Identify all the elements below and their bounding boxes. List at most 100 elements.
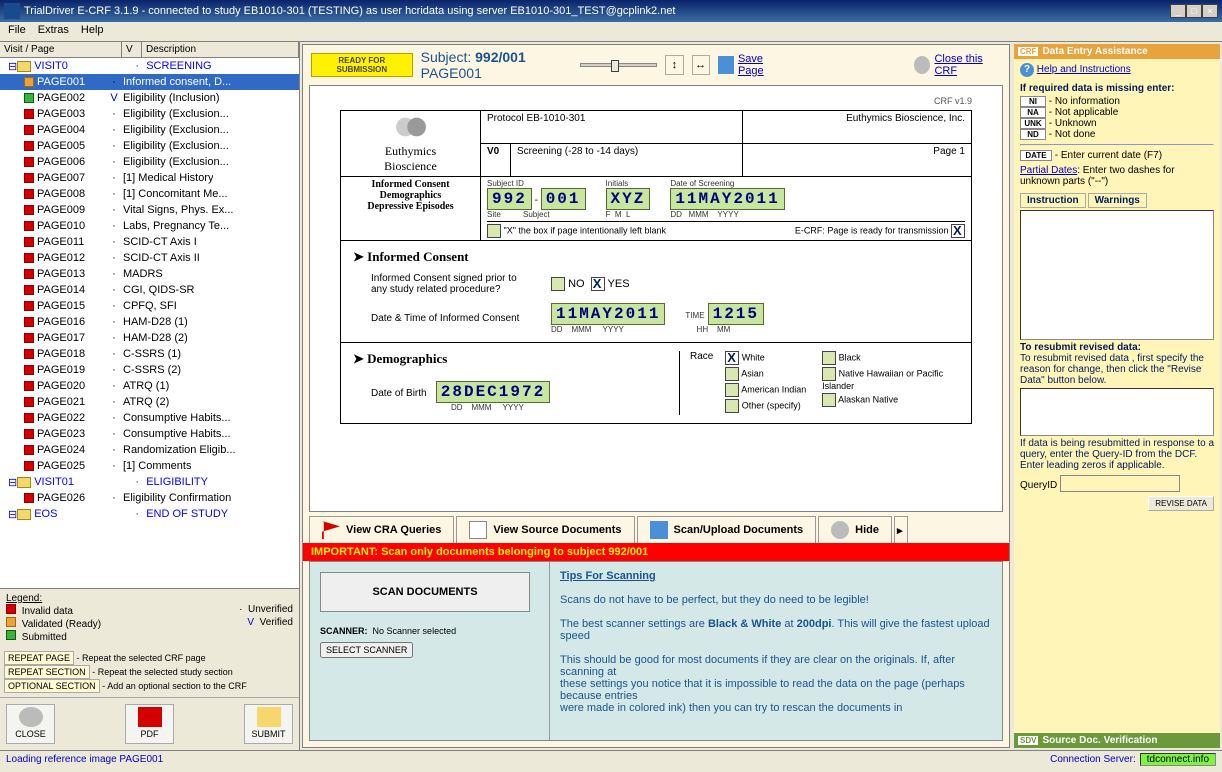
race-checkbox[interactable]: [725, 383, 739, 397]
help-link[interactable]: Help and Instructions: [1037, 64, 1131, 75]
consent-yes-checkbox[interactable]: [591, 277, 605, 291]
dob-field[interactable]: 28DEC1972: [436, 381, 550, 403]
race-checkbox[interactable]: [822, 393, 836, 407]
tree-row[interactable]: PAGE015·CPFQ, SFI: [0, 298, 299, 314]
col-visit-page[interactable]: Visit / Page: [0, 42, 122, 57]
tree-row[interactable]: PAGE020·ATRQ (1): [0, 378, 299, 394]
maximize-button[interactable]: □: [1186, 4, 1202, 18]
close-window-button[interactable]: ×: [1202, 4, 1218, 18]
tab-source-docs[interactable]: View Source Documents: [456, 516, 634, 543]
tab-instruction[interactable]: Instruction: [1020, 193, 1086, 208]
optional-section-button[interactable]: OPTIONAL SECTION: [4, 679, 100, 693]
menu-help[interactable]: Help: [81, 24, 104, 39]
tab-warnings[interactable]: Warnings: [1088, 193, 1147, 208]
close-button[interactable]: CLOSE: [6, 704, 55, 744]
screening-date-field[interactable]: 11MAY2011: [670, 188, 784, 210]
ready-checkbox[interactable]: [951, 224, 965, 238]
initials-field[interactable]: XYZ: [606, 188, 651, 210]
tree-row[interactable]: PAGE025·[1] Comments: [0, 458, 299, 474]
tree-row[interactable]: PAGE012·SCID-CT Axis II: [0, 250, 299, 266]
tree-row[interactable]: PAGE004·Eligibility (Exclusion...: [0, 122, 299, 138]
tree-row[interactable]: PAGE008·[1] Concomitant Me...: [0, 186, 299, 202]
tree-row[interactable]: PAGE024·Randomization Eligib...: [0, 442, 299, 458]
tree-row[interactable]: PAGE013·MADRS: [0, 266, 299, 282]
tree-row[interactable]: PAGE003·Eligibility (Exclusion...: [0, 106, 299, 122]
tab-scan-upload[interactable]: Scan/Upload Documents: [637, 516, 817, 543]
subject-field[interactable]: 001: [541, 188, 586, 210]
tree-row[interactable]: PAGE019·C-SSRS (2): [0, 362, 299, 378]
tab-scroll-right[interactable]: ▸: [894, 516, 908, 543]
reason-textbox[interactable]: [1020, 388, 1214, 436]
tree-row[interactable]: PAGE011·SCID-CT Axis I: [0, 234, 299, 250]
tree-row[interactable]: PAGE006·Eligibility (Exclusion...: [0, 154, 299, 170]
tree-row[interactable]: PAGE002VEligibility (Inclusion): [0, 90, 299, 106]
fit-width-button[interactable]: ↔: [692, 55, 710, 75]
tree-row[interactable]: PAGE022·Consumptive Habits...: [0, 410, 299, 426]
tree-row[interactable]: PAGE021·ATRQ (2): [0, 394, 299, 410]
revise-data-button[interactable]: REVISE DATA: [1148, 496, 1214, 511]
tree-row[interactable]: PAGE014·CGI, QIDS-SR: [0, 282, 299, 298]
tree-row[interactable]: PAGE023·Consumptive Habits...: [0, 426, 299, 442]
tree-row[interactable]: PAGE010·Labs, Pregnancy Te...: [0, 218, 299, 234]
race-checkbox[interactable]: [725, 367, 739, 381]
tree-row[interactable]: ⊟VISIT01·ELIGIBILITY: [0, 474, 299, 490]
status-text: Loading reference image PAGE001: [6, 754, 163, 765]
tree-row[interactable]: PAGE026·Eligibility Confirmation: [0, 490, 299, 506]
consent-date-field[interactable]: 11MAY2011: [551, 303, 665, 325]
close-icon: [914, 56, 930, 74]
titlebar: TrialDriver E-CRF 3.1.9 - connected to s…: [0, 0, 1222, 22]
site-field[interactable]: 992: [487, 188, 532, 210]
instruction-textbox[interactable]: [1020, 210, 1214, 340]
page-tree[interactable]: ⊟VISIT0·SCREENINGPAGE001·Informed consen…: [0, 58, 299, 588]
race-checkbox[interactable]: [822, 367, 836, 381]
save-icon: [718, 56, 734, 74]
sponsor-logo: EuthymicsBioscience: [341, 111, 481, 177]
document-icon: [469, 521, 487, 539]
race-checkbox[interactable]: [725, 351, 739, 365]
scan-documents-button[interactable]: SCAN DOCUMENTS: [320, 572, 530, 612]
race-checkbox[interactable]: [725, 399, 739, 413]
col-description[interactable]: Description: [142, 42, 299, 57]
blank-page-checkbox[interactable]: [487, 224, 501, 238]
close-crf-link[interactable]: Close this CRF: [934, 53, 1001, 77]
left-action-buttons: REPEAT PAGE - Repeat the selected CRF pa…: [0, 647, 299, 697]
repeat-section-button[interactable]: REPEAT SECTION: [4, 665, 90, 679]
window-title: TrialDriver E-CRF 3.1.9 - connected to s…: [24, 5, 676, 17]
tree-row[interactable]: PAGE016·HAM-D28 (1): [0, 314, 299, 330]
col-v[interactable]: V: [122, 42, 142, 57]
help-icon: ?: [1020, 63, 1034, 77]
important-warning: IMPORTANT: Scan only documents belonging…: [303, 543, 1009, 561]
legend: Legend: Invalid data· Unverified Validat…: [0, 588, 299, 647]
crf-form-view[interactable]: CRF v1.9 EuthymicsBioscience Protocol EB…: [309, 85, 1003, 512]
fit-height-button[interactable]: ↕: [665, 55, 683, 75]
tree-row[interactable]: PAGE001·Informed consent, D...: [0, 74, 299, 90]
save-page-link[interactable]: Save Page: [738, 53, 786, 77]
tree-row[interactable]: ⊟EOS·END OF STUDY: [0, 506, 299, 522]
tree-row[interactable]: ⊟VISIT0·SCREENING: [0, 58, 299, 74]
menu-extras[interactable]: Extras: [38, 24, 69, 39]
right-panel: CRFData Entry Assistance ? Help and Inst…: [1012, 42, 1222, 750]
select-scanner-button[interactable]: SELECT SCANNER: [320, 642, 413, 658]
tree-row[interactable]: PAGE005·Eligibility (Exclusion...: [0, 138, 299, 154]
scanner-icon: [650, 521, 668, 539]
zoom-slider[interactable]: [580, 63, 657, 67]
tree-row[interactable]: PAGE007·[1] Medical History: [0, 170, 299, 186]
race-checkbox[interactable]: [822, 351, 836, 365]
consent-time-field[interactable]: 1215: [708, 303, 764, 325]
left-panel: Visit / Page V Description ⊟VISIT0·SCREE…: [0, 42, 300, 750]
menubar: File Extras Help: [0, 22, 1222, 42]
tree-row[interactable]: PAGE018·C-SSRS (1): [0, 346, 299, 362]
submit-button[interactable]: SUBMIT: [244, 704, 293, 744]
tree-row[interactable]: PAGE009·Vital Signs, Phys. Ex...: [0, 202, 299, 218]
tab-cra-queries[interactable]: View CRA Queries: [309, 516, 454, 543]
tab-hide[interactable]: Hide: [818, 516, 892, 543]
queryid-input[interactable]: [1060, 475, 1180, 492]
form-title: Informed ConsentDemographicsDepressive E…: [341, 177, 481, 241]
tree-row[interactable]: PAGE017·HAM-D28 (2): [0, 330, 299, 346]
pdf-button[interactable]: PDF: [125, 704, 174, 744]
repeat-page-button[interactable]: REPEAT PAGE: [4, 651, 74, 665]
menu-file[interactable]: File: [8, 24, 26, 39]
connection-status: tdconnect.info: [1140, 753, 1216, 766]
minimize-button[interactable]: _: [1170, 4, 1186, 18]
consent-no-checkbox[interactable]: [551, 277, 565, 291]
